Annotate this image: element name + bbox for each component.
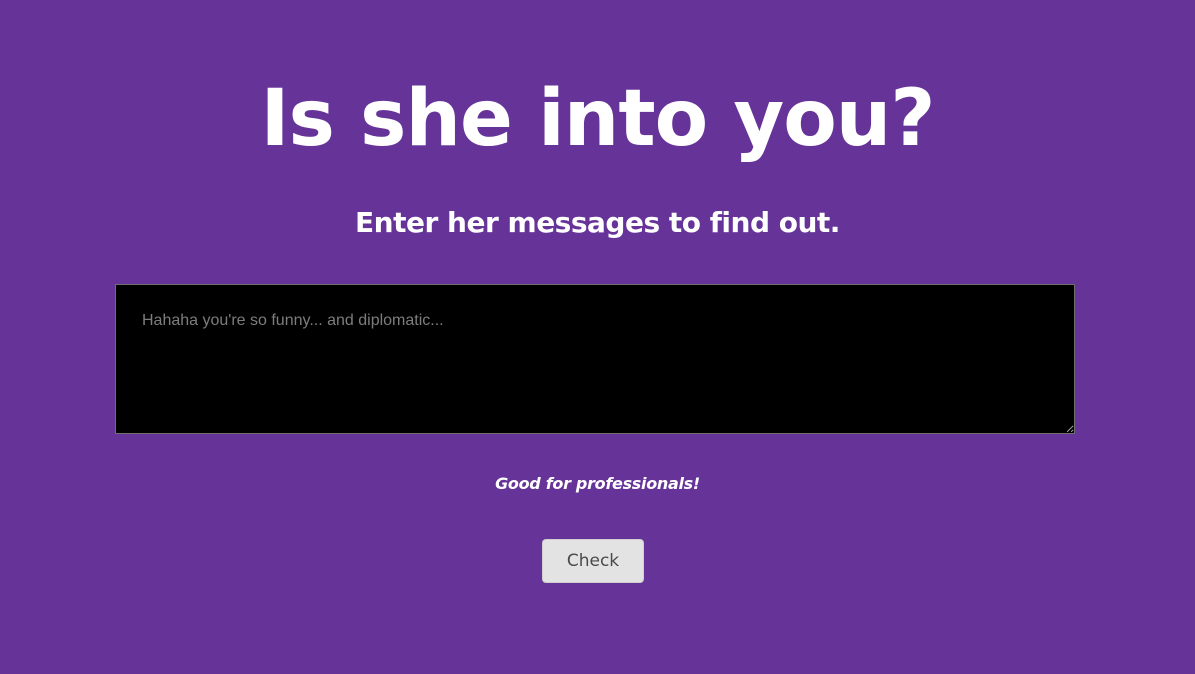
check-button[interactable]: Check — [542, 539, 644, 583]
tagline: Good for professionals! — [495, 474, 700, 493]
page-title: Is she into you? — [260, 74, 935, 164]
page-subtitle: Enter her messages to find out. — [355, 206, 840, 239]
page: Is she into you? Enter her messages to f… — [0, 0, 1195, 674]
messages-input[interactable] — [115, 284, 1075, 434]
